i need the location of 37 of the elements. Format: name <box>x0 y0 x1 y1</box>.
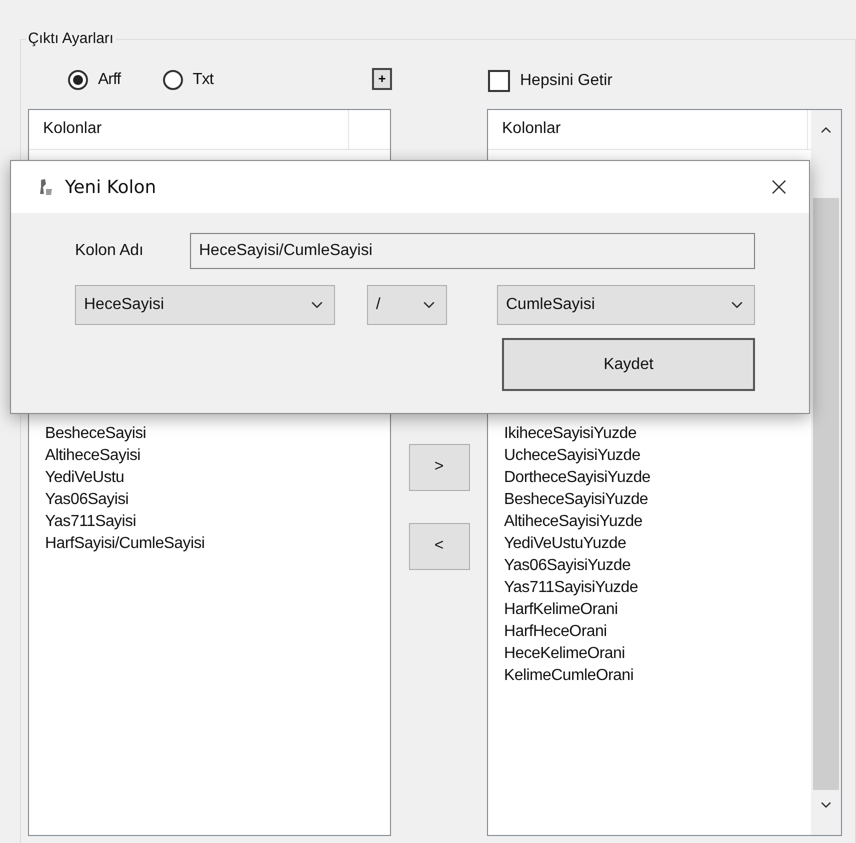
list-item[interactable]: UcheceSayisiYuzde <box>488 444 811 466</box>
move-button[interactable]: < <box>408 522 470 570</box>
list-item[interactable]: HarfKelimeOrani <box>488 598 811 620</box>
list-item[interactable]: KelimeCumleOrani <box>488 664 811 686</box>
save-button[interactable]: Kaydet <box>502 338 755 391</box>
group-title: Çıktı Ayarları <box>27 29 115 49</box>
list-item[interactable]: BesheceSayisiYuzde <box>488 488 811 510</box>
select-all-checkbox[interactable]: Hepsini Getir <box>488 68 612 92</box>
add-button[interactable]: + <box>372 68 392 90</box>
scrollbar[interactable] <box>811 110 841 834</box>
radio-option[interactable]: Arff <box>68 68 121 92</box>
column-header[interactable]: Kolonlar <box>29 110 349 148</box>
list-item[interactable]: HarfSayisi/CumleSayisi <box>29 532 390 554</box>
dropdown[interactable]: HeceSayisi <box>75 285 335 325</box>
list-item[interactable]: YediVeUstuYuzde <box>488 532 811 554</box>
list-item[interactable]: Yas06Sayisi <box>29 488 390 510</box>
list-item[interactable]: AltiheceSayisiYuzde <box>488 510 811 532</box>
column-header[interactable]: Kolonlar <box>488 110 808 148</box>
field-label: Kolon Adı <box>75 241 144 261</box>
radio-option[interactable]: Txt <box>162 68 214 92</box>
column-name-field[interactable]: HeceSayisi/CumleSayisi <box>190 233 755 269</box>
dialog-title: Yeni Kolon <box>65 176 156 200</box>
move-button[interactable]: > <box>408 444 470 490</box>
list-item[interactable]: IkiheceSayisiYuzde <box>488 422 811 444</box>
list-item[interactable]: Yas06SayisiYuzde <box>488 554 811 576</box>
list-item[interactable]: AltiheceSayisi <box>29 444 390 466</box>
list-item[interactable]: YediVeUstu <box>29 466 390 488</box>
scroll-thumb[interactable] <box>813 198 839 790</box>
list-item[interactable]: HeceKelimeOrani <box>488 642 811 664</box>
list-item[interactable]: HarfHeceOrani <box>488 620 811 642</box>
list-item[interactable]: DortheceSayisiYuzde <box>488 466 811 488</box>
dropdown[interactable]: / <box>367 285 447 325</box>
app-icon <box>37 178 53 196</box>
list-item[interactable]: BesheceSayisi <box>29 422 390 444</box>
list-item[interactable]: Yas711SayisiYuzde <box>488 576 811 598</box>
list-item[interactable]: Yas711Sayisi <box>29 510 390 532</box>
dropdown[interactable]: CumleSayisi <box>497 285 755 325</box>
